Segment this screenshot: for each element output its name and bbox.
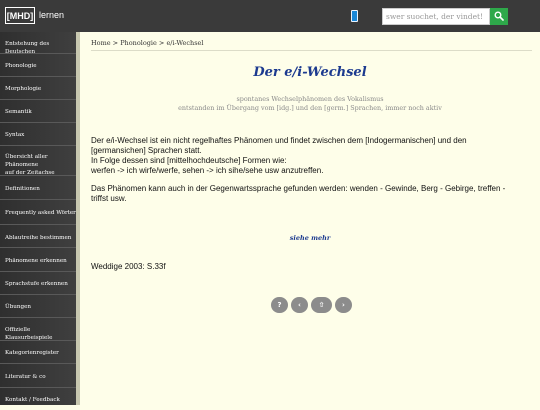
breadcrumb-phonologie[interactable]: Phonologie — [120, 39, 157, 47]
main-content: Home > Phonologie > e/i-Wechsel Der e/i-… — [80, 32, 540, 405]
sidebar-item-phonologie[interactable]: Phonologie — [0, 54, 76, 77]
search-input[interactable] — [382, 8, 490, 25]
breadcrumb-current: e/i-Wechsel — [166, 39, 204, 47]
top-bar: [MHD] lernen — [0, 0, 540, 32]
help-button[interactable]: ? — [271, 297, 288, 313]
breadcrumb-separator: > — [156, 39, 167, 47]
page-title: Der e/i-Wechsel — [253, 65, 367, 80]
sidebar-item-morphologie[interactable]: Morphologie — [0, 77, 76, 100]
sidebar-item-ablautreihe[interactable]: Ablautreihe bestimmen — [0, 225, 76, 248]
sidebar-item-faq-woerter[interactable]: Frequently asked Wörter — [0, 200, 76, 225]
see-more-link[interactable]: siehe mehr — [80, 234, 540, 242]
page-subtitle-line1: spontanes Wechselphänomen des Vokalismus — [236, 95, 384, 103]
next-page-button[interactable]: › — [335, 297, 352, 313]
magnifier-icon — [494, 11, 504, 21]
sidebar-item-literatur[interactable]: Literatur & co — [0, 364, 76, 388]
sidebar-item-uebungen[interactable]: Übungen — [0, 295, 76, 318]
sidebar-item-definitionen[interactable]: Definitionen — [0, 176, 76, 200]
breadcrumb-home[interactable]: Home — [91, 39, 111, 47]
sidebar-nav: Entstehung des Deutschen Phonologie Morp… — [0, 32, 76, 405]
sidebar-item-syntax[interactable]: Syntax — [0, 123, 76, 146]
source-reference: Weddige 2003: S.33f — [91, 262, 166, 271]
sidebar-item-phaenomene-erkennen[interactable]: Phänomene erkennen — [0, 248, 76, 272]
paragraph-present-day: Das Phänomen kann auch in der Gegenwarts… — [91, 184, 506, 203]
sidebar-item-kategorienregister[interactable]: Kategorienregister — [0, 341, 76, 364]
page-subtitle-line2: entstanden im Übergang vom [idg.] und de… — [178, 104, 442, 112]
sidebar-item-kontakt[interactable]: Kontakt / Feedback — [0, 388, 76, 410]
sidebar-item-entstehung[interactable]: Entstehung des Deutschen — [0, 32, 76, 55]
sidebar-item-uebersicht[interactable]: Übersicht aller Phänomene auf der Zeitach… — [0, 146, 76, 176]
breadcrumb-divider — [91, 50, 532, 51]
breadcrumb: Home > Phonologie > e/i-Wechsel — [91, 39, 203, 47]
smartphone-icon[interactable] — [351, 10, 358, 22]
search-button[interactable] — [490, 8, 508, 25]
paragraph-intro: Der e/i-Wechsel ist ein nicht regelhafte… — [91, 136, 467, 175]
sidebar-item-semantik[interactable]: Semantik — [0, 100, 76, 123]
sidebar-item-sprachstufe[interactable]: Sprachstufe erkennen — [0, 272, 76, 295]
sidebar-item-klausurbeispiele[interactable]: Offizielle Klausurbeispiele — [0, 318, 76, 341]
previous-page-button[interactable]: ‹ — [291, 297, 308, 313]
site-logo-word[interactable]: lernen — [39, 10, 64, 20]
site-logo[interactable]: [MHD] — [5, 7, 35, 24]
up-page-button[interactable]: ⇧ — [311, 297, 332, 313]
breadcrumb-separator: > — [110, 39, 121, 47]
